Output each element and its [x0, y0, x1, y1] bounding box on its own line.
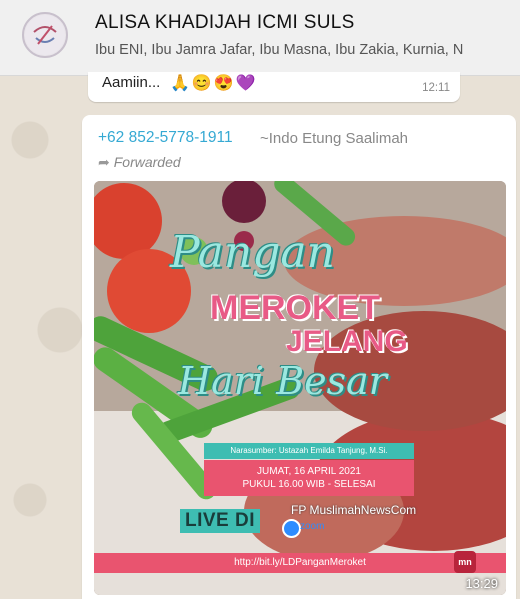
previous-message-emojis: 🙏😊😍💜: [170, 75, 258, 92]
forward-arrow-icon: ➦: [98, 154, 110, 170]
poster-title-hari-besar: Hari Besar: [178, 359, 387, 403]
poster-facebook-page: FP MuslimahNewsCom: [291, 503, 417, 517]
poster-zoom-label: zoom: [300, 521, 325, 532]
poster-hour: PUKUL 16.00 WIB - SELESAI: [242, 479, 376, 490]
poster-title-pangan: Pangan: [170, 227, 335, 278]
poster-link: http://bit.ly/LDPanganMeroket: [94, 553, 506, 573]
poster-title-jelang: JELANG: [286, 325, 408, 358]
zoom-icon: [282, 519, 301, 538]
message-time: 13:29: [465, 576, 498, 591]
sender-name: ~Indo Etung Saalimah: [260, 130, 409, 147]
group-logo-icon: [25, 15, 65, 55]
previous-message-text: Aamiin...: [102, 74, 161, 91]
poster-mn-badge: mn: [454, 551, 476, 573]
poster-image[interactable]: Pangan MEROKET JELANG Hari Besar Narasum…: [94, 181, 506, 595]
previous-message-bubble[interactable]: Aamiin... 🙏😊😍💜 12:11: [88, 72, 460, 102]
poster-live-label: LIVE DI: [180, 509, 261, 533]
poster-title-meroket: MEROKET: [210, 289, 380, 327]
group-title[interactable]: ALISA KHADIJAH ICMI SULS: [95, 12, 355, 34]
forwarded-indicator: ➦ Forwarded: [98, 154, 181, 171]
group-avatar[interactable]: [22, 12, 68, 58]
chat-header[interactable]: ALISA KHADIJAH ICMI SULS Ibu ENI, Ibu Ja…: [0, 0, 520, 76]
poster-date-box: JUMAT, 16 APRIL 2021 PUKUL 16.00 WIB - S…: [204, 460, 414, 496]
poster-speaker: Narasumber: Ustazah Emilda Tanjung, M.Si…: [204, 443, 414, 459]
forwarded-message-bubble[interactable]: +62 852-5778-1911 ~Indo Etung Saalimah ➦…: [82, 115, 516, 599]
sender-phone[interactable]: +62 852-5778-1911: [98, 129, 233, 147]
forwarded-label: Forwarded: [113, 154, 181, 170]
poster-date: JUMAT, 16 APRIL 2021: [257, 466, 361, 477]
group-members: Ibu ENI, Ibu Jamra Jafar, Ibu Masna, Ibu…: [95, 42, 464, 58]
previous-message-time: 12:11: [422, 82, 450, 94]
